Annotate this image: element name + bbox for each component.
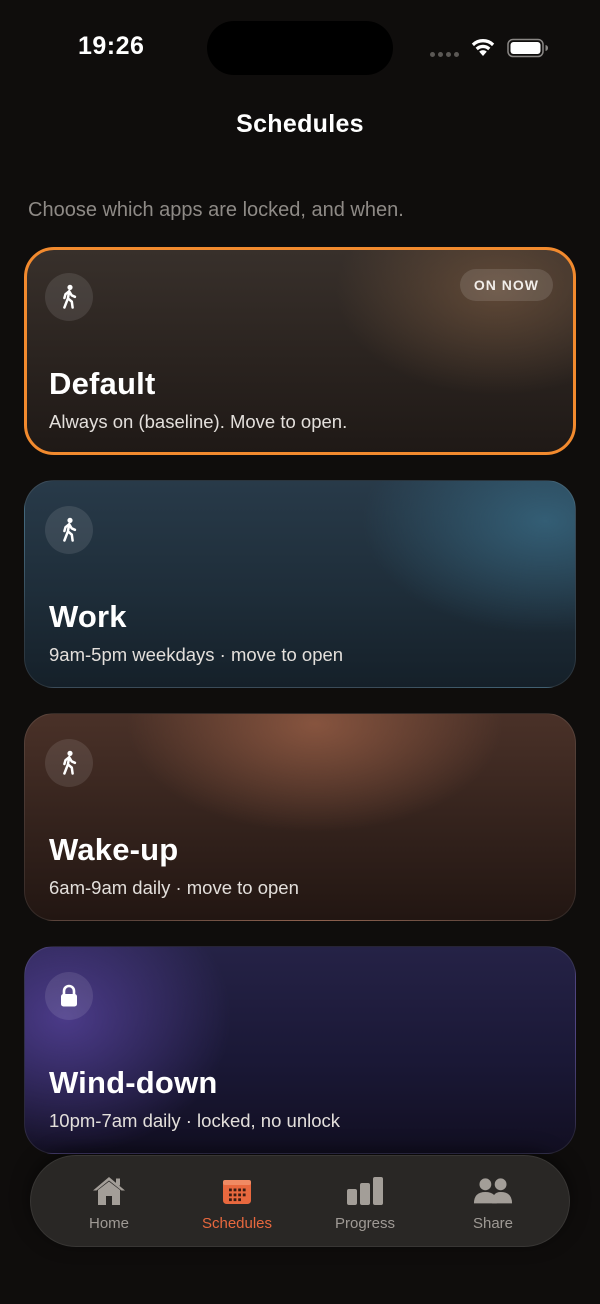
tab-label: Home xyxy=(88,1215,129,1232)
schedule-title: Default xyxy=(49,366,156,401)
wifi-icon xyxy=(471,38,495,56)
people-icon xyxy=(473,1174,513,1208)
tab-share[interactable]: Share xyxy=(429,1156,557,1246)
schedule-card-wake-up[interactable]: Wake-up 6am-9am daily · move to open xyxy=(24,713,576,921)
schedule-description: 9am-5pm weekdays · move to open xyxy=(49,644,344,665)
schedule-card-default[interactable]: ON NOW Default Always on (baseline). Mov… xyxy=(24,247,576,455)
dynamic-island xyxy=(207,21,393,75)
schedule-description: Always on (baseline). Move to open. xyxy=(49,411,348,432)
battery-icon xyxy=(507,38,548,58)
status-time: 19:26 xyxy=(78,32,145,60)
tab-label: Schedules xyxy=(201,1215,273,1232)
schedule-title: Wind-down xyxy=(49,1065,218,1100)
schedule-title: Work xyxy=(49,599,127,634)
schedule-title: Wake-up xyxy=(49,832,179,867)
calendar-icon xyxy=(217,1174,257,1208)
page-title: Schedules xyxy=(236,110,364,138)
cellular-signal-icon xyxy=(430,52,459,57)
schedule-description: 10pm-7am daily · locked, no unlock xyxy=(49,1110,341,1131)
lock-icon xyxy=(45,972,93,1020)
walking-icon xyxy=(45,739,93,787)
schedule-card-work[interactable]: Work 9am-5pm weekdays · move to open xyxy=(24,480,576,688)
walking-icon xyxy=(45,506,93,554)
tab-label: Progress xyxy=(334,1215,396,1232)
tab-progress[interactable]: Progress xyxy=(301,1156,429,1246)
home-icon xyxy=(89,1174,129,1208)
tab-bar: Home Schedules Progress Share xyxy=(30,1155,570,1247)
tab-schedules[interactable]: Schedules xyxy=(173,1156,301,1246)
status-bar: 19:26 xyxy=(0,0,600,96)
schedule-description: 6am-9am daily · move to open xyxy=(49,877,299,898)
page-subtitle: Choose which apps are locked, and when. xyxy=(28,199,404,221)
walking-icon xyxy=(45,273,93,321)
tab-label: Share xyxy=(472,1215,514,1232)
schedule-card-wind-down[interactable]: Wind-down 10pm-7am daily · locked, no un… xyxy=(24,946,576,1154)
status-badge: ON NOW xyxy=(459,269,553,301)
tab-home[interactable]: Home xyxy=(45,1156,173,1246)
bar-chart-icon xyxy=(345,1174,385,1208)
